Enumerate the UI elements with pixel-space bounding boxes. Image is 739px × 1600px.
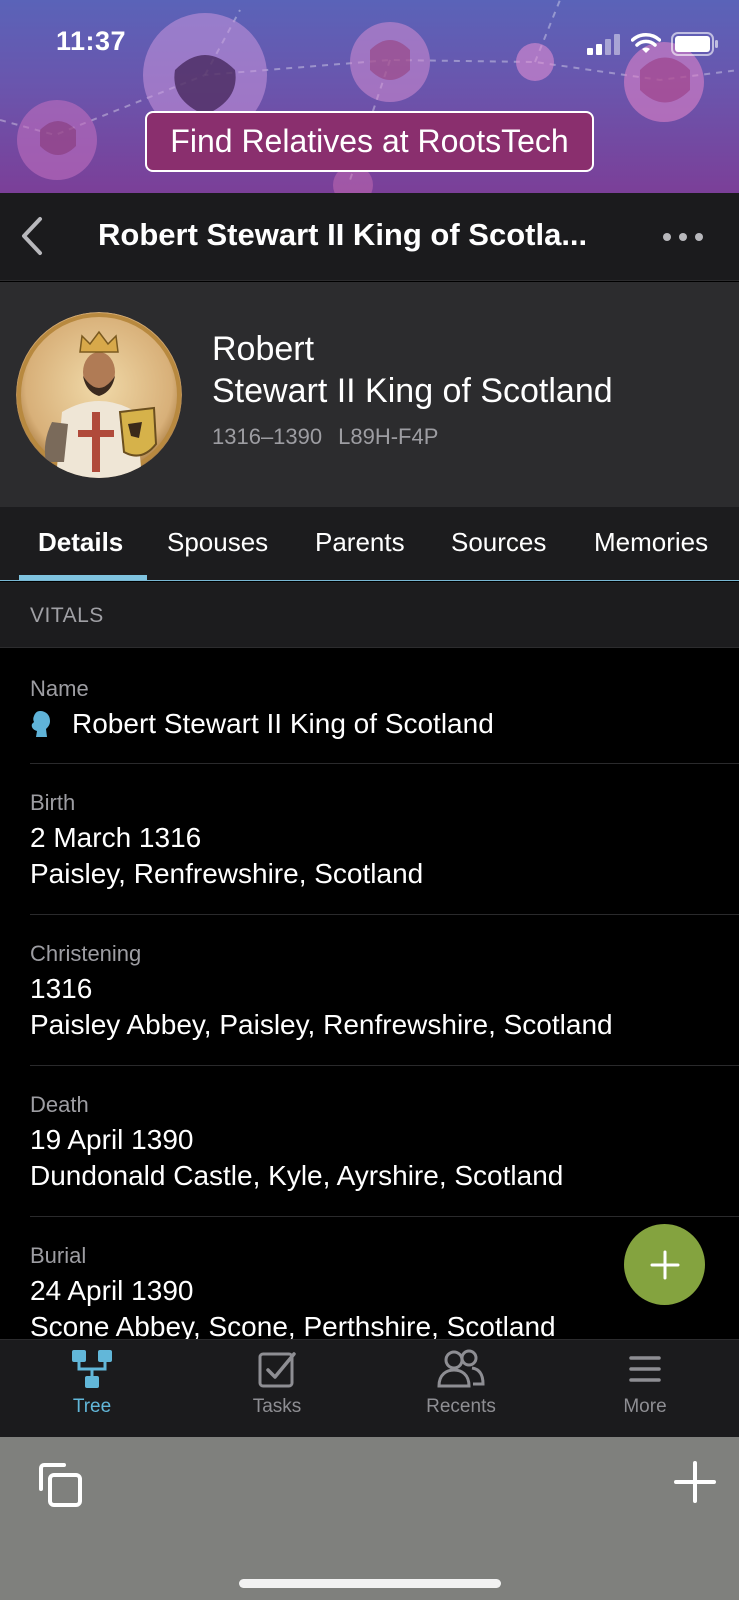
menu-icon bbox=[629, 1356, 661, 1382]
browser-toolbar bbox=[0, 1437, 739, 1600]
vital-birth[interactable]: Birth 2 March 1316 Paisley, Renfrewshire… bbox=[30, 790, 739, 890]
tabbar-item-more[interactable]: More bbox=[575, 1348, 715, 1418]
divider bbox=[30, 1216, 739, 1217]
add-vital-button[interactable] bbox=[624, 1224, 705, 1305]
recents-icon bbox=[437, 1349, 485, 1388]
tabbar-label: More bbox=[623, 1396, 667, 1417]
find-relatives-button[interactable]: Find Relatives at RootsTech bbox=[145, 111, 594, 172]
vital-name-value: Robert Stewart II King of Scotland bbox=[72, 708, 494, 739]
person-silhouette-icon bbox=[31, 711, 50, 737]
vital-christening[interactable]: Christening 1316 Paisley Abbey, Paisley,… bbox=[30, 941, 739, 1041]
portrait-image bbox=[16, 312, 182, 478]
app-tab-bar: Tree Tasks Recents More bbox=[0, 1339, 739, 1437]
tab-spouses[interactable]: Spouses bbox=[167, 527, 268, 558]
person-lifespan: 1316–1390 bbox=[212, 424, 323, 449]
vital-birth-place: Paisley, Renfrewshire, Scotland bbox=[30, 858, 424, 889]
tab-sources[interactable]: Sources bbox=[451, 527, 546, 558]
vital-label: Christening bbox=[30, 941, 142, 966]
tab-parents[interactable]: Parents bbox=[315, 527, 405, 558]
vital-christening-place: Paisley Abbey, Paisley, Renfrewshire, Sc… bbox=[30, 1009, 613, 1040]
status-time: 11:37 bbox=[56, 26, 127, 56]
tasks-icon bbox=[258, 1352, 296, 1388]
rootstech-banner[interactable]: 11:37 Find Relatives at RootsTech bbox=[0, 0, 739, 193]
tab-details[interactable]: Details bbox=[38, 527, 123, 558]
person-surname: Stewart II King of Scotland bbox=[212, 372, 613, 410]
divider bbox=[30, 763, 739, 764]
tabbar-label: Tasks bbox=[252, 1396, 302, 1417]
active-tab-indicator bbox=[19, 575, 147, 580]
vital-death-place: Dundonald Castle, Kyle, Ayrshire, Scotla… bbox=[30, 1160, 564, 1191]
back-button[interactable] bbox=[14, 213, 50, 259]
home-indicator[interactable] bbox=[239, 1579, 501, 1588]
new-tab-icon[interactable] bbox=[674, 1461, 716, 1503]
nav-bar: Robert Stewart II King of Scotla... bbox=[0, 193, 739, 281]
divider bbox=[30, 914, 739, 915]
plus-icon bbox=[650, 1250, 679, 1279]
tabbar-label: Tree bbox=[72, 1396, 112, 1417]
vital-label: Birth bbox=[30, 790, 76, 815]
chevron-left-icon bbox=[22, 217, 42, 255]
tabbar-item-tasks[interactable]: Tasks bbox=[207, 1348, 347, 1418]
more-options-button[interactable] bbox=[663, 225, 703, 249]
person-id[interactable]: L89H-F4P bbox=[338, 424, 438, 449]
vital-name[interactable]: Name Robert Stewart II King of Scotland bbox=[30, 676, 739, 740]
vital-birth-date: 2 March 1316 bbox=[30, 822, 202, 853]
vital-death-date: 19 April 1390 bbox=[30, 1124, 194, 1155]
vital-label: Name bbox=[30, 676, 89, 701]
tabbar-label: Recents bbox=[426, 1396, 496, 1417]
person-meta: 1316–1390 L89H-F4P bbox=[212, 424, 438, 450]
vital-death[interactable]: Death 19 April 1390 Dundonald Castle, Ky… bbox=[30, 1092, 739, 1192]
tab-memories[interactable]: Memories bbox=[594, 527, 708, 558]
signal-icon bbox=[587, 34, 620, 55]
person-portrait[interactable] bbox=[16, 312, 182, 478]
section-title: VITALS bbox=[30, 604, 104, 627]
battery-icon bbox=[671, 32, 718, 56]
tabbar-item-recents[interactable]: Recents bbox=[391, 1348, 531, 1418]
divider bbox=[30, 1065, 739, 1066]
vital-label: Death bbox=[30, 1092, 89, 1117]
tree-icon bbox=[72, 1350, 112, 1388]
person-header: Robert Stewart II King of Scotland 1316–… bbox=[0, 282, 739, 507]
ellipsis-icon bbox=[663, 233, 671, 241]
person-tabs: Details Spouses Parents Sources Memories bbox=[0, 507, 739, 581]
status-icons bbox=[587, 32, 719, 56]
section-header-vitals: VITALS bbox=[0, 582, 739, 648]
wifi-icon bbox=[631, 33, 661, 53]
person-given-name: Robert bbox=[212, 330, 315, 368]
tabbar-item-tree[interactable]: Tree bbox=[22, 1348, 162, 1418]
tabs-overview-icon[interactable] bbox=[36, 1459, 86, 1509]
page-title: Robert Stewart II King of Scotla... bbox=[98, 217, 588, 252]
vital-christening-date: 1316 bbox=[30, 973, 93, 1004]
